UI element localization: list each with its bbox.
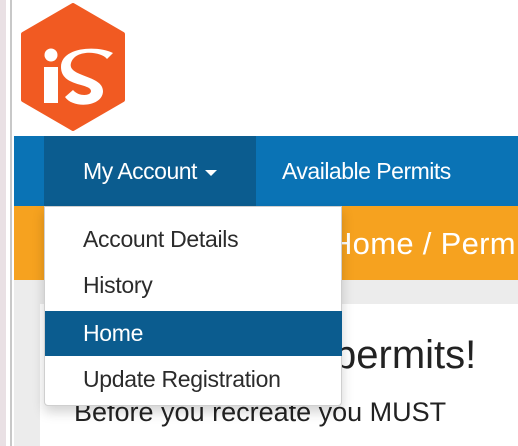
page-heading: permits! [334,333,477,377]
menu-item-home[interactable]: Home [45,311,342,356]
menu-item-history[interactable]: History [45,263,342,308]
nav-available-permits[interactable]: Available Permits [282,136,451,206]
menu-item-update-registration[interactable]: Update Registration [45,357,342,402]
caret-down-icon [204,169,217,176]
menu-item-account-details[interactable]: Account Details [45,217,342,262]
my-account-label: My Account [83,158,197,184]
top-navbar: My Account Available Permits [14,136,518,206]
my-account-menu[interactable]: My Account [44,136,256,206]
brand-logo [21,3,125,131]
account-dropdown-menu: Account Details History Home Update Regi… [44,206,342,406]
window-left-edge [0,0,12,446]
breadcrumb[interactable]: Home / Perm [330,226,516,262]
